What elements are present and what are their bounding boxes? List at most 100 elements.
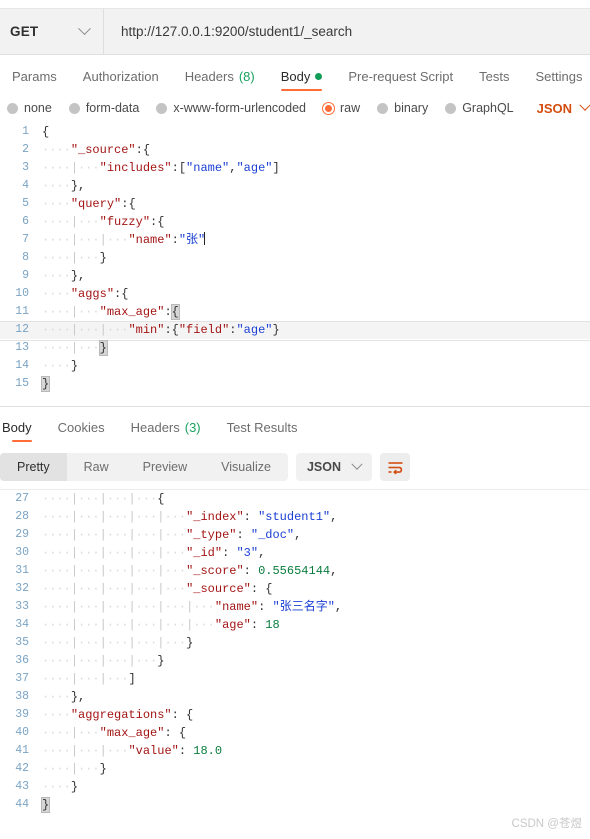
response-tab-headers[interactable]: Headers (3)	[118, 420, 214, 445]
body-type-binary[interactable]: binary	[377, 101, 428, 115]
line-number: 8	[22, 251, 29, 264]
response-format-select[interactable]: JSON	[295, 453, 372, 481]
code-line: 43 ····}	[0, 778, 590, 796]
code-text: ····|···|···"min":{"field":"age"}	[42, 323, 280, 337]
body-present-dot-icon	[315, 73, 323, 80]
code-line: 31 ····|···|···|···|···"_score": 0.556541…	[0, 562, 590, 580]
code-text: }	[40, 376, 51, 392]
code-text: ····|···"max_age": {	[42, 726, 187, 740]
tab-label: Headers	[130, 420, 180, 435]
line-number: 31	[15, 564, 29, 577]
tab-pre-request-script[interactable]: Pre-request Script	[335, 69, 466, 95]
body-type-label: form-data	[85, 101, 140, 115]
response-toolbar: Pretty Raw Preview Visualize JSON	[0, 445, 590, 489]
tab-settings[interactable]: Settings	[522, 69, 590, 95]
line-number: 9	[22, 269, 29, 282]
word-wrap-icon	[388, 461, 402, 474]
line-number: 10	[15, 287, 29, 300]
tab-params[interactable]: Params	[12, 69, 70, 95]
window-top-strip	[0, 0, 590, 9]
view-mode-preview[interactable]: Preview	[126, 453, 204, 481]
http-method-label: GET	[10, 24, 39, 39]
raw-format-select[interactable]: JSON	[536, 99, 590, 116]
code-text: ····|···"fuzzy":{	[42, 215, 165, 229]
body-type-label: binary	[394, 101, 429, 115]
tab-authorization[interactable]: Authorization	[70, 69, 172, 95]
radio-icon	[68, 102, 80, 114]
code-line: 39 ····"aggregations": {	[0, 706, 590, 724]
body-type-form-data[interactable]: form-data	[68, 101, 140, 115]
response-body-viewer[interactable]: 27 ····|···|···|···{28 ····|···|···|···|··…	[0, 489, 590, 819]
line-number: 41	[15, 744, 29, 757]
line-number: 35	[15, 636, 29, 649]
code-line: 6 ····|···"fuzzy":{	[0, 213, 590, 231]
code-text: ····|···"max_age":{	[42, 304, 180, 320]
line-number: 34	[15, 618, 29, 631]
raw-format-label: JSON	[536, 100, 573, 116]
line-number: 32	[15, 582, 29, 595]
code-line: 8 ····|···}	[0, 249, 590, 267]
code-line: 1{	[0, 123, 590, 141]
code-text: ····|···}	[42, 762, 107, 776]
code-line: 37 ····|···|···]	[0, 670, 590, 688]
code-line: 35 ····|···|···|···|···}	[0, 634, 590, 652]
body-type-urlencoded[interactable]: x-www-form-urlencoded	[156, 101, 306, 115]
code-line: 2 ····"_source":{	[0, 141, 590, 159]
request-url-input[interactable]: http://127.0.0.1:9200/student1/_search	[104, 9, 590, 54]
body-type-graphql[interactable]: GraphQL	[445, 101, 514, 115]
chevron-down-icon	[78, 22, 91, 36]
code-line: 40 ····|···"max_age": {	[0, 724, 590, 742]
body-type-none[interactable]: none	[7, 101, 52, 115]
tab-body[interactable]: Body	[268, 69, 336, 95]
response-tab-cookies[interactable]: Cookies	[45, 420, 118, 445]
line-number: 30	[15, 546, 29, 559]
code-text: ····|···}	[42, 340, 108, 356]
code-line: 34 ····|···|···|···|···|···"age": 18	[0, 616, 590, 634]
response-format-label: JSON	[306, 460, 341, 474]
http-method-select[interactable]: GET	[0, 9, 104, 54]
radio-icon	[377, 102, 389, 114]
code-text: ····|···|···|···|···"_id": "3",	[42, 546, 266, 560]
watermark: CSDN @苍煜	[511, 818, 582, 830]
line-number: 29	[15, 528, 29, 541]
code-text: ····|···}	[42, 251, 107, 265]
code-line: 29 ····|···|···|···|···"_type": "_doc",	[0, 526, 590, 544]
line-number: 44	[15, 798, 29, 811]
code-line: 4 ····},	[0, 177, 590, 195]
code-line: 27 ····|···|···|···{	[0, 490, 590, 508]
line-number: 4	[22, 179, 29, 192]
response-tab-test-results[interactable]: Test Results	[214, 420, 311, 445]
request-body-editor[interactable]: 1{2 ····"_source":{ 3 ····|···"includes":["…	[0, 123, 590, 407]
response-tabs: Body Cookies Headers (3) Test Results	[0, 407, 590, 445]
code-line: 41 ····|···|···"value": 18.0	[0, 742, 590, 760]
code-line: 38 ····},	[0, 688, 590, 706]
code-line: 30 ····|···|···|···|···"_id": "3",	[0, 544, 590, 562]
radio-icon	[156, 102, 168, 114]
body-type-options: none form-data x-www-form-urlencoded raw…	[0, 95, 590, 123]
code-text: ····"query":{	[42, 197, 136, 211]
tab-label: Tests	[479, 69, 510, 84]
view-mode-pretty[interactable]: Pretty	[0, 453, 67, 481]
line-number: 13	[15, 341, 29, 354]
code-line: 11 ····|···"max_age":{	[0, 303, 590, 321]
line-number: 38	[15, 690, 29, 703]
line-number: 36	[15, 654, 29, 667]
code-line: 15}	[0, 375, 590, 393]
code-line: 42 ····|···}	[0, 760, 590, 778]
code-text: ····|···"includes":["name","age"]	[42, 161, 280, 175]
line-number: 12	[15, 323, 29, 336]
body-type-raw[interactable]: raw	[323, 101, 360, 115]
code-text: ····|···|···|···|···|···"name": "张三名字",	[42, 600, 343, 614]
code-text: ····|···|···"value": 18.0	[42, 744, 223, 758]
tab-label: Body	[2, 420, 32, 435]
view-mode-raw[interactable]: Raw	[67, 453, 126, 481]
tab-headers[interactable]: Headers (8)	[172, 69, 268, 95]
response-tab-body[interactable]: Body	[2, 420, 45, 445]
line-number: 27	[15, 492, 29, 505]
tab-tests[interactable]: Tests	[466, 69, 522, 95]
code-text: ····|···|···|···|···"_index": "student1"…	[42, 510, 338, 524]
line-number: 3	[22, 161, 29, 174]
radio-icon	[7, 102, 18, 114]
view-mode-visualize[interactable]: Visualize	[204, 453, 288, 481]
word-wrap-toggle[interactable]	[380, 453, 410, 481]
